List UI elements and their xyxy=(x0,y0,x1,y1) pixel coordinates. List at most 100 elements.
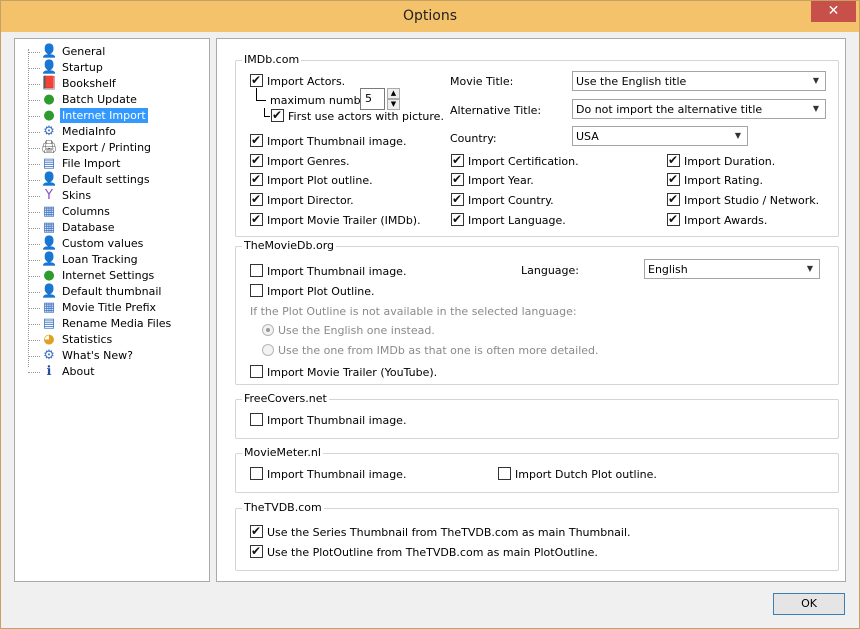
tree-item-general[interactable]: 👤 General xyxy=(28,44,203,60)
freecovers-import-thumbnail-checkbox[interactable]: Import Thumbnail image. xyxy=(250,413,406,427)
tree-item-label: Columns xyxy=(62,205,110,218)
plot-fallback-note: If the Plot Outline is not available in … xyxy=(250,305,577,318)
tmdb-import-plot-checkbox[interactable]: Import Plot Outline. xyxy=(250,284,375,298)
country-select[interactable]: USA ▼ xyxy=(572,126,748,146)
tree-item-label: Custom values xyxy=(62,237,144,250)
alternative-title-select[interactable]: Do not import the alternative title ▼ xyxy=(572,99,826,119)
import-rating-checkbox[interactable]: Import Rating. xyxy=(667,171,763,187)
alternative-title-label: Alternative Title: xyxy=(450,104,542,117)
tmdb-language-select[interactable]: English ▼ xyxy=(644,259,820,279)
country-label: Country: xyxy=(450,132,497,145)
gear-icon: ⚙ xyxy=(43,124,55,139)
import-genres-checkbox[interactable]: Import Genres. xyxy=(250,152,350,168)
tree-item-label: Database xyxy=(62,221,115,234)
tree-connector xyxy=(28,308,40,309)
tree-item-database[interactable]: ▦ Database xyxy=(28,220,203,236)
tree-item-bookshelf[interactable]: 📕 Bookshelf xyxy=(28,76,203,92)
tree-item-mediainfo[interactable]: ⚙ MediaInfo xyxy=(28,124,203,140)
tree-connector xyxy=(28,116,40,117)
tree-item-loan-tracking[interactable]: 👤 Loan Tracking xyxy=(28,252,203,268)
tree-item-export-printing[interactable]: 🖨 Export / Printing xyxy=(28,140,203,156)
tree-item-about[interactable]: ℹ About xyxy=(28,364,203,380)
import-certification-checkbox[interactable]: Import Certification. xyxy=(451,152,579,168)
tree-item-default-thumbnail[interactable]: 👤 Default thumbnail xyxy=(28,284,203,300)
imdb-group-title: IMDb.com xyxy=(242,53,302,66)
tree-connector xyxy=(28,228,40,229)
tree-item-label: Default thumbnail xyxy=(62,285,162,298)
import-dutch-plot-checkbox[interactable]: Import Dutch Plot outline. xyxy=(498,467,657,481)
palette-icon: Y xyxy=(45,188,53,203)
tree-item-what-s-new[interactable]: ⚙ What's New? xyxy=(28,348,203,364)
import-duration-checkbox[interactable]: Import Duration. xyxy=(667,152,775,168)
user-icon: 👤 xyxy=(41,236,58,251)
tree-connector xyxy=(28,100,40,101)
fallback-imdb-radio[interactable]: Use the one from IMDb as that one is oft… xyxy=(262,344,599,357)
movie-title-select[interactable]: Use the English title ▼ xyxy=(572,71,826,91)
tree-item-batch-update[interactable]: ● Batch Update xyxy=(28,92,203,108)
options-window: Options ✕ 👤 General 👤 Startup 📕 Bookshelf ● Bat… xyxy=(0,0,860,629)
spin-up-icon[interactable]: ▲ xyxy=(387,88,400,99)
max-actors-stepper[interactable]: 5 ▲ ▼ xyxy=(360,88,400,110)
fallback-english-radio[interactable]: Use the English one instead. xyxy=(262,324,435,337)
tmdb-import-trailer-checkbox[interactable]: Import Movie Trailer (YouTube). xyxy=(250,365,437,379)
tree-item-label: What's New? xyxy=(62,349,133,362)
moviemeter-group: MovieMeter.nl Import Thumbnail image. Im… xyxy=(235,446,839,493)
title-bar[interactable]: Options ✕ xyxy=(1,1,859,32)
tree-item-startup[interactable]: 👤 Startup xyxy=(28,60,203,76)
tree-item-rename-media-files[interactable]: ▤ Rename Media Files xyxy=(28,316,203,332)
tree-item-internet-import[interactable]: ● Internet Import xyxy=(28,108,203,124)
moviemeter-import-thumbnail-checkbox[interactable]: Import Thumbnail image. xyxy=(250,467,406,481)
pie-chart-icon: ◕ xyxy=(43,332,55,347)
max-actors-value[interactable]: 5 xyxy=(360,88,385,110)
imdb-group: IMDb.com Import Actors. maximum number 5… xyxy=(235,53,839,237)
import-country-checkbox[interactable]: Import Country. xyxy=(451,191,554,207)
first-use-actors-checkbox[interactable]: First use actors with picture. xyxy=(271,107,444,123)
tree-connector xyxy=(28,52,40,53)
import-language-checkbox[interactable]: Import Language. xyxy=(451,211,566,227)
tree-item-label: About xyxy=(62,365,95,378)
tree-item-skins[interactable]: Y Skins xyxy=(28,188,203,204)
tree-item-label: Internet Import xyxy=(60,108,148,123)
imdb-import-trailer-checkbox[interactable]: Import Movie Trailer (IMDb). xyxy=(250,211,421,227)
tree-item-label: Loan Tracking xyxy=(62,253,138,266)
tree-item-movie-title-prefix[interactable]: ▦ Movie Title Prefix xyxy=(28,300,203,316)
use-series-thumbnail-checkbox[interactable]: Use the Series Thumbnail from TheTVDB.co… xyxy=(250,523,631,539)
options-tree[interactable]: 👤 General 👤 Startup 📕 Bookshelf ● Batch Update ●… xyxy=(14,38,210,582)
imdb-import-thumbnail-checkbox[interactable]: Import Thumbnail image. xyxy=(250,132,406,148)
import-actors-checkbox[interactable]: Import Actors. xyxy=(250,72,345,88)
close-button[interactable]: ✕ xyxy=(811,1,856,22)
user-icon: 👤 xyxy=(41,44,58,59)
close-icon: ✕ xyxy=(827,3,840,19)
window-title: Options xyxy=(402,8,458,24)
tree-item-default-settings[interactable]: 👤 Default settings xyxy=(28,172,203,188)
tree-bracket xyxy=(264,108,265,116)
user-icon: 👤 xyxy=(41,60,58,75)
tree-connector xyxy=(28,68,40,69)
windows-icon: ▦ xyxy=(42,204,56,219)
tree-item-custom-values[interactable]: 👤 Custom values xyxy=(28,236,203,252)
tree-connector xyxy=(28,244,40,245)
import-awards-checkbox[interactable]: Import Awards. xyxy=(667,211,767,227)
use-plot-outline-checkbox[interactable]: Use the PlotOutline from TheTVDB.com as … xyxy=(250,543,598,559)
import-year-checkbox[interactable]: Import Year. xyxy=(451,171,534,187)
tree-item-label: General xyxy=(62,45,106,58)
tree-connector xyxy=(28,324,40,325)
ok-button[interactable]: OK xyxy=(773,593,845,615)
imdb-import-plot-checkbox[interactable]: Import Plot outline. xyxy=(250,171,373,187)
import-director-checkbox[interactable]: Import Director. xyxy=(250,191,354,207)
tree-item-statistics[interactable]: ◕ Statistics xyxy=(28,332,203,348)
tree-item-label: Startup xyxy=(62,61,103,74)
document-icon: ▤ xyxy=(42,156,56,171)
tree-item-columns[interactable]: ▦ Columns xyxy=(28,204,203,220)
tree-item-label: Default settings xyxy=(62,173,150,186)
tmdb-language-label: Language: xyxy=(521,264,579,277)
tree-connector xyxy=(28,148,40,149)
import-studio-checkbox[interactable]: Import Studio / Network. xyxy=(667,191,819,207)
tree-item-file-import[interactable]: ▤ File Import xyxy=(28,156,203,172)
windows-icon: ▦ xyxy=(42,300,56,315)
tree-item-internet-settings[interactable]: ● Internet Settings xyxy=(28,268,203,284)
tree-connector xyxy=(28,260,40,261)
tree-bracket xyxy=(264,116,270,117)
tmdb-import-thumbnail-checkbox[interactable]: Import Thumbnail image. xyxy=(250,264,406,278)
chevron-down-icon: ▼ xyxy=(734,131,742,140)
